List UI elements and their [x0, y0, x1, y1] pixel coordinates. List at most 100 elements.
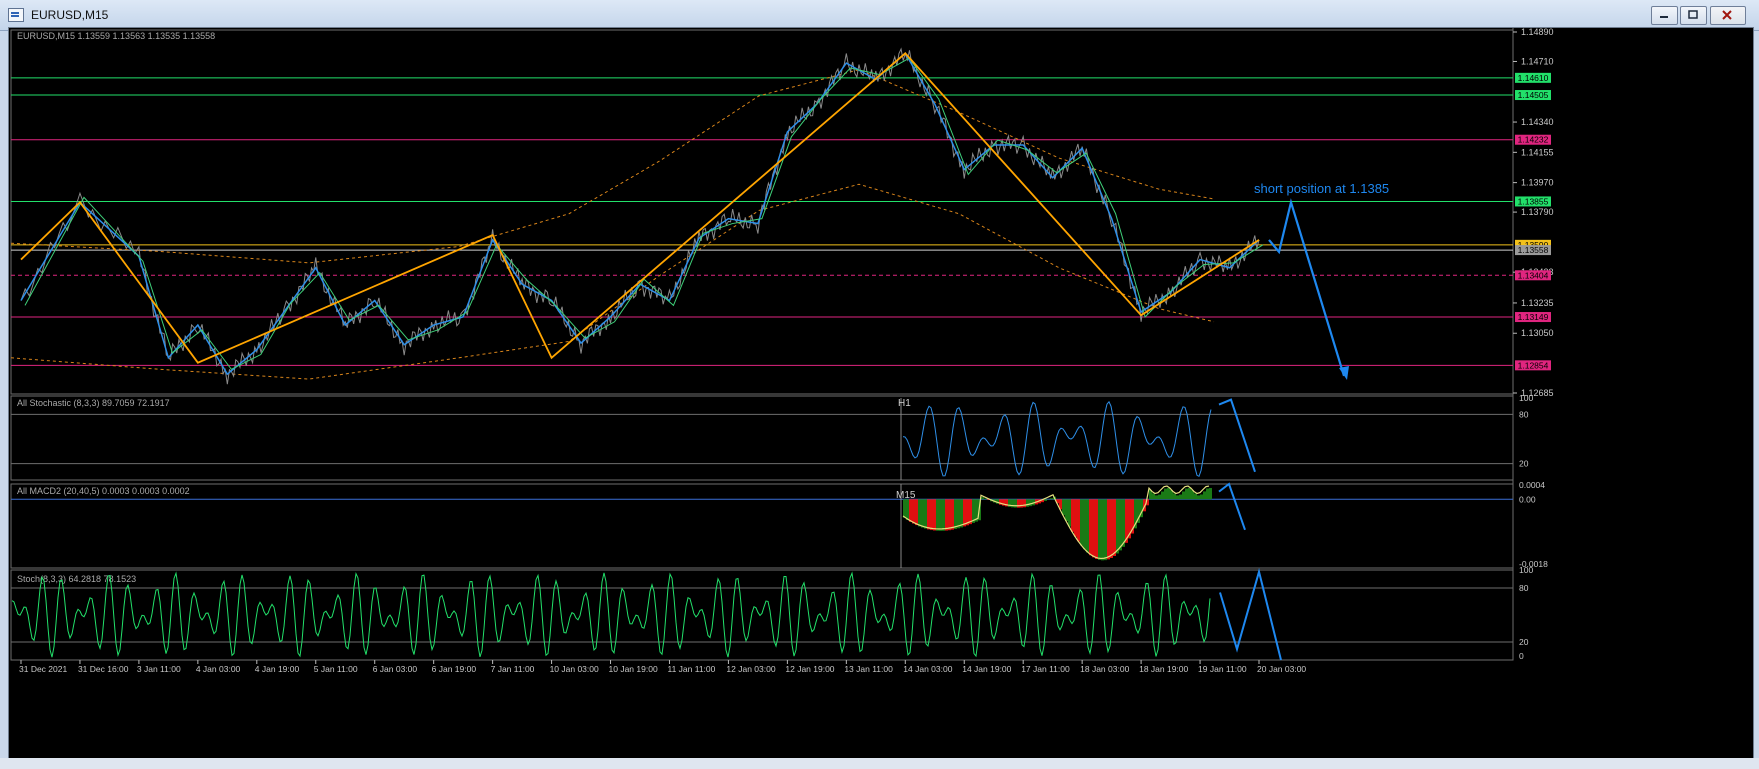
macd-header: All MACD2 (20,40,5) 0.0003 0.0003 0.0002 — [17, 486, 190, 496]
macd-histogram-bar — [1188, 487, 1191, 500]
time-tick-label: 31 Dec 2021 — [19, 664, 67, 674]
panel-border — [10, 569, 1514, 661]
macd-histogram-bar — [1095, 499, 1098, 559]
stoch-h1-scale-20: 20 — [1519, 459, 1529, 469]
level-tag-text: 1.13404 — [1518, 270, 1549, 280]
macd-histogram-bar — [1068, 499, 1071, 527]
chart-window-icon — [8, 8, 24, 22]
price-tick-label: 1.13050 — [1521, 328, 1554, 338]
stoch-h1-line — [902, 400, 1212, 477]
macd-histogram-bar — [1116, 499, 1119, 554]
time-tick-label: 31 Dec 16:00 — [78, 664, 129, 674]
time-tick-label: 11 Jan 11:00 — [667, 664, 715, 674]
zigzag-minor-line — [20, 52, 1260, 376]
chart-canvas[interactable]: EURUSD,M15 1.13559 1.13563 1.13535 1.135… — [9, 28, 1753, 758]
short-position-annotation: short position at 1.1385 — [1254, 181, 1389, 196]
stoch-m15-scale-20: 20 — [1519, 637, 1529, 647]
macd-histogram-bar — [915, 499, 918, 526]
macd-histogram-bar — [963, 499, 966, 527]
macd-histogram-bar — [1017, 499, 1020, 508]
level-tag-text: 1.14505 — [1518, 90, 1549, 100]
time-tick-label: 20 Jan 03:00 — [1257, 664, 1306, 674]
macd-histogram-bar — [1023, 499, 1026, 508]
macd-histogram-bar — [936, 499, 939, 531]
level-tag-text: 1.14610 — [1518, 73, 1549, 83]
macd-histogram-bar — [1086, 499, 1089, 553]
level-tag-text: 1.13855 — [1518, 196, 1549, 206]
macd-histogram-bar — [1104, 499, 1107, 561]
minimize-icon — [1660, 16, 1668, 18]
time-tick-label: 6 Jan 03:00 — [373, 664, 418, 674]
macd-histogram-bar — [1197, 495, 1200, 500]
macd-histogram-bar — [1200, 494, 1203, 500]
macd-histogram-bar — [1074, 499, 1077, 537]
macd-arrow — [1218, 482, 1246, 531]
macd-scale-zero: 0.00 — [1519, 494, 1536, 504]
macd-histogram-bar — [1203, 491, 1206, 500]
time-tick-label: 3 Jan 11:00 — [137, 664, 181, 674]
macd-histogram-bar — [1101, 499, 1104, 561]
macd-histogram-bar — [1098, 499, 1101, 560]
macd-histogram-bar — [1029, 499, 1032, 507]
macd-histogram-bar — [927, 499, 930, 530]
macd-histogram-bar — [1152, 493, 1155, 500]
status-bar — [0, 758, 1759, 769]
price-tick-label: 1.13970 — [1521, 178, 1554, 188]
macd-histogram-bar — [918, 499, 921, 527]
price-line — [20, 47, 1260, 385]
macd-histogram-bar — [1089, 499, 1092, 556]
stoch-m15-arrow — [1219, 567, 1282, 661]
macd-histogram-bar — [1158, 494, 1161, 500]
chart-frame: EURUSD,M15 1.13559 1.13563 1.13535 1.135… — [8, 27, 1754, 759]
macd-histogram-bar — [921, 499, 924, 528]
restore-icon — [1688, 10, 1698, 19]
macd-histogram-bar — [957, 499, 960, 529]
macd-histogram-bar — [1164, 488, 1167, 500]
time-tick-label: 18 Jan 03:00 — [1080, 664, 1129, 674]
macd-histogram-bar — [1185, 488, 1188, 500]
stoch-m15-line — [11, 571, 1211, 658]
price-tick-label: 1.14890 — [1521, 28, 1554, 37]
time-tick-label: 14 Jan 19:00 — [962, 664, 1011, 674]
macd-histogram-bar — [924, 499, 927, 529]
panel-border — [10, 395, 1514, 481]
panel-border — [10, 483, 1514, 569]
envelope-band-upper — [10, 69, 1215, 264]
macd-histogram-bar — [1107, 499, 1110, 560]
macd-histogram-bar — [966, 499, 969, 526]
macd-histogram-bar — [1065, 499, 1068, 522]
macd-histogram-bar — [1173, 493, 1176, 500]
window-title: EURUSD,M15 — [31, 8, 109, 22]
macd-histogram-bar — [945, 499, 948, 531]
stoch-m15-scale-80: 80 — [1519, 583, 1529, 593]
macd-histogram-bar — [1155, 495, 1158, 500]
restore-button[interactable] — [1680, 6, 1707, 25]
main-panel-header: EURUSD,M15 1.13559 1.13563 1.13535 1.135… — [17, 31, 215, 41]
macd-histogram-bar — [933, 499, 936, 531]
macd-histogram-bar — [1167, 487, 1170, 500]
stochastic-h1-header: All Stochastic (8,3,3) 89.7059 72.1917 — [17, 398, 170, 408]
macd-histogram-bar — [960, 499, 963, 528]
macd-histogram-bar — [951, 499, 954, 530]
macd-histogram-bar — [984, 498, 987, 500]
minimize-button[interactable] — [1651, 6, 1678, 25]
macd-histogram-bar — [1176, 495, 1179, 500]
price-tick-label: 1.14155 — [1521, 147, 1554, 157]
macd-histogram-bar — [969, 499, 972, 525]
macd-histogram-bar — [930, 499, 933, 531]
projection-arrow-line — [1268, 198, 1346, 377]
macd-histogram-bar — [948, 499, 951, 531]
macd-histogram-bar — [1194, 493, 1197, 500]
macd-histogram-bar — [1062, 499, 1065, 516]
zigzag-green-line — [24, 57, 1264, 370]
projection-arrow-head — [1339, 365, 1349, 380]
macd-histogram-bar — [1182, 491, 1185, 500]
time-tick-label: 4 Jan 03:00 — [196, 664, 241, 674]
macd-histogram-bar — [1050, 498, 1053, 500]
macd-histogram-bar — [912, 499, 915, 524]
stoch-h1-arrow — [1218, 398, 1256, 473]
time-tick-label: 12 Jan 03:00 — [726, 664, 775, 674]
time-tick-label: 17 Jan 11:00 — [1021, 664, 1070, 674]
close-button[interactable] — [1710, 6, 1746, 25]
macd-histogram-bar — [942, 499, 945, 531]
